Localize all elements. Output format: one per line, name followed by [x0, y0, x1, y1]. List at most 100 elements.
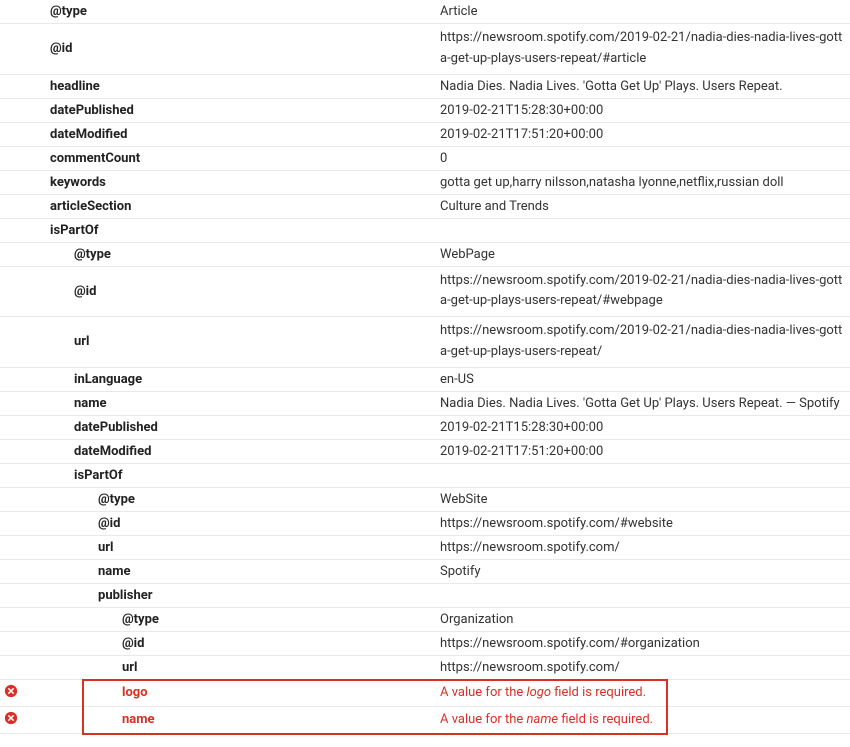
property-key: logo — [22, 685, 148, 700]
property-value: https://newsroom.spotify.com/2019-02-21/… — [440, 317, 850, 367]
property-row[interactable]: commentCount 0 — [0, 147, 850, 171]
property-value: https://newsroom.spotify.com/2019-02-21/… — [440, 24, 850, 74]
property-key-cell: @type — [0, 488, 440, 511]
property-key: commentCount — [22, 151, 140, 166]
error-icon — [4, 684, 18, 702]
property-row[interactable]: name A value for the name field is requir… — [0, 707, 850, 734]
property-value: Culture and Trends — [440, 195, 850, 218]
property-key: isPartOf — [22, 223, 98, 238]
property-row[interactable]: url https://newsroom.spotify.com/ — [0, 536, 850, 560]
property-key-cell: @type — [0, 0, 440, 23]
property-row[interactable]: @id https://newsroom.spotify.com/2019-02-… — [0, 24, 850, 75]
property-key-cell: @type — [0, 608, 440, 631]
property-key: datePublished — [22, 420, 158, 435]
property-key: @type — [22, 492, 135, 507]
property-key-cell: datePublished — [0, 416, 440, 439]
property-value: https://newsroom.spotify.com/ — [440, 656, 850, 679]
property-value: 2019-02-21T15:28:30+00:00 — [440, 416, 850, 439]
row-icon-column — [0, 684, 22, 702]
property-value: gotta get up,harry nilsson,natasha lyonn… — [440, 171, 850, 194]
property-value: Nadia Dies. Nadia Lives. 'Gotta Get Up' … — [440, 392, 850, 415]
property-row[interactable]: url https://newsroom.spotify.com/ — [0, 656, 850, 680]
property-key-cell: dateModified — [0, 440, 440, 463]
property-row[interactable]: @type Article — [0, 0, 850, 24]
property-key-cell: @id — [0, 632, 440, 655]
property-key: publisher — [22, 588, 153, 603]
property-key: dateModified — [22, 444, 151, 459]
property-key-cell: datePublished — [0, 99, 440, 122]
property-key-cell: name — [0, 560, 440, 583]
property-row[interactable]: keywords gotta get up,harry nilsson,natas… — [0, 171, 850, 195]
property-value: Article — [440, 0, 850, 23]
property-key-cell: publisher — [0, 584, 440, 607]
property-key: url — [22, 540, 113, 555]
property-key-cell: logo — [0, 680, 440, 706]
property-row[interactable]: dateModified2019-02-21T17:51:20+00:00 — [0, 123, 850, 147]
property-value — [440, 471, 850, 479]
property-key: datePublished — [22, 103, 134, 118]
property-value: A value for the name field is required. — [440, 708, 850, 731]
property-key-cell: headline — [0, 75, 440, 98]
property-key-cell: name — [0, 707, 440, 733]
property-key: @id — [22, 284, 96, 299]
property-key-cell: @id — [0, 37, 440, 60]
property-row[interactable]: @id https://newsroom.spotify.com/#organiz… — [0, 632, 850, 656]
property-key-cell: commentCount — [0, 147, 440, 170]
property-row[interactable]: @type WebSite — [0, 488, 850, 512]
property-key: name — [22, 396, 107, 411]
property-key-cell: dateModified — [0, 123, 440, 146]
property-row[interactable]: datePublished 2019-02-21T15:28:30+00:00 — [0, 99, 850, 123]
property-value: https://newsroom.spotify.com/ — [440, 536, 850, 559]
property-row[interactable]: @type WebPage — [0, 243, 850, 267]
property-value: https://newsroom.spotify.com/#organizati… — [440, 632, 850, 655]
property-row[interactable]: inLanguageen-US — [0, 368, 850, 392]
property-key-cell: url — [0, 330, 440, 353]
property-row[interactable]: nameSpotify — [0, 560, 850, 584]
property-value: Nadia Dies. Nadia Lives. 'Gotta Get Up' … — [440, 75, 850, 98]
property-key-cell: @id — [0, 512, 440, 535]
property-value: 2019-02-21T15:28:30+00:00 — [440, 99, 850, 122]
property-key-cell: name — [0, 392, 440, 415]
property-value: Organization — [440, 608, 850, 631]
property-row[interactable]: isPartOf — [0, 464, 850, 488]
error-icon — [4, 711, 18, 729]
property-value: en-US — [440, 368, 850, 391]
property-value: 2019-02-21T17:51:20+00:00 — [440, 440, 850, 463]
property-key-cell: @id — [0, 280, 440, 303]
property-row[interactable]: headlineNadia Dies. Nadia Lives. 'Gotta … — [0, 75, 850, 99]
row-icon-column — [0, 711, 22, 729]
structured-data-table: @type Article @id https://newsroom.spotify.… — [0, 0, 850, 734]
property-row[interactable]: url https://newsroom.spotify.com/2019-02-… — [0, 317, 850, 368]
property-key: @type — [22, 4, 87, 19]
property-value: WebSite — [440, 488, 850, 511]
property-value: Spotify — [440, 560, 850, 583]
property-row[interactable]: articleSectionCulture and Trends — [0, 195, 850, 219]
property-row[interactable]: @id https://newsroom.spotify.com/#website — [0, 512, 850, 536]
property-key-cell: @type — [0, 243, 440, 266]
property-value: 0 — [440, 147, 850, 170]
property-row[interactable]: publisher — [0, 584, 850, 608]
property-key-cell: articleSection — [0, 195, 440, 218]
property-row[interactable]: isPartOf — [0, 219, 850, 243]
property-row[interactable]: @idhttps://newsroom.spotify.com/2019-02-… — [0, 267, 850, 318]
property-value: https://newsroom.spotify.com/#website — [440, 512, 850, 535]
property-key: @id — [22, 636, 144, 651]
property-key: @id — [22, 516, 120, 531]
property-key-cell: inLanguage — [0, 368, 440, 391]
property-row[interactable]: name Nadia Dies. Nadia Lives. 'Gotta Get … — [0, 392, 850, 416]
property-row[interactable]: logo A value for the logo field is requir… — [0, 680, 850, 707]
property-row[interactable]: dateModified 2019-02-21T17:51:20+00:00 — [0, 440, 850, 464]
property-value: WebPage — [440, 243, 850, 266]
property-key-cell: isPartOf — [0, 464, 440, 487]
property-key: url — [22, 334, 89, 349]
property-key: name — [22, 712, 155, 727]
property-key: url — [22, 660, 137, 675]
property-key: @id — [22, 41, 72, 56]
property-value — [440, 591, 850, 599]
property-key: @type — [22, 247, 111, 262]
property-row[interactable]: @type Organization — [0, 608, 850, 632]
property-value: A value for the logo field is required. — [440, 681, 850, 704]
property-row[interactable]: datePublished 2019-02-21T15:28:30+00:00 — [0, 416, 850, 440]
property-key: keywords — [22, 175, 106, 190]
property-key: @type — [22, 612, 159, 627]
